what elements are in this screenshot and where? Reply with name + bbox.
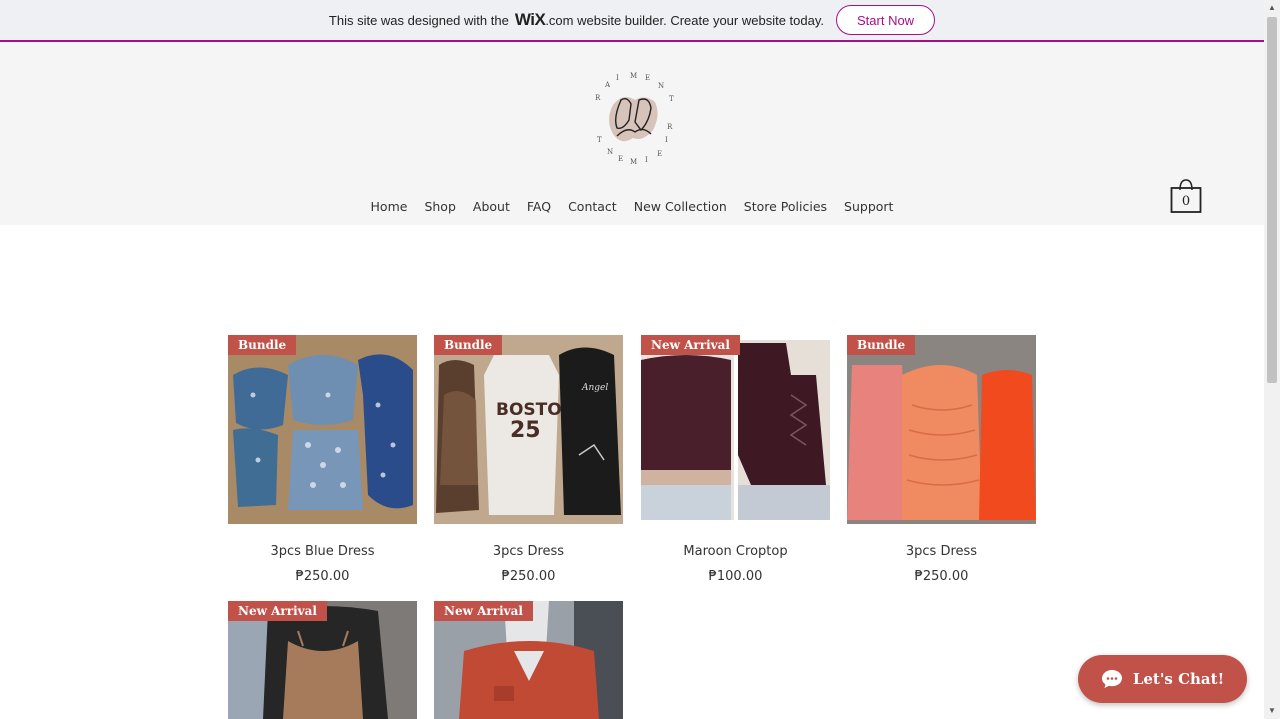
svg-text:E: E [657, 150, 662, 158]
scroll-up-arrow-icon[interactable]: ▲ [1264, 0, 1280, 16]
product-name[interactable]: 3pcs Dress [847, 544, 1036, 559]
cart-count: 0 [1181, 194, 1191, 209]
banner-text-after: .com website builder. Create your websit… [545, 12, 824, 28]
product-ribbon: New Arrival [641, 335, 740, 355]
product-card[interactable]: Bundle 3pcs Blue Dress ₱250.00 [228, 335, 417, 584]
product-price: ₱250.00 [295, 569, 350, 584]
svg-text:E: E [645, 74, 650, 82]
product-price: ₱250.00 [914, 569, 969, 584]
svg-text:I: I [616, 74, 619, 82]
svg-text:M: M [630, 72, 637, 80]
product-card[interactable]: New Arrival Maroon Croptop ₱100.00 [641, 335, 830, 584]
chat-label: Let's Chat! [1132, 670, 1225, 688]
nav-item-store-policies[interactable]: Store Policies [735, 197, 835, 216]
main-nav: Home Shop About FAQ Contact New Collecti… [0, 197, 1264, 216]
wix-promo-banner: This site was designed with the WiX .com… [0, 0, 1264, 42]
svg-text:M: M [630, 158, 637, 166]
svg-text:A: A [604, 81, 611, 89]
nav-item-home[interactable]: Home [362, 197, 416, 216]
nav-item-contact[interactable]: Contact [560, 197, 626, 216]
product-ribbon: New Arrival [434, 601, 533, 621]
product-image[interactable]: New Arrival [434, 601, 623, 719]
product-card[interactable]: Bundle 3pcs Dress ₱250.00 [847, 335, 1036, 584]
svg-text:R: R [667, 123, 673, 131]
product-image[interactable]: Bundle [228, 335, 417, 524]
nav-item-new-collection[interactable]: New Collection [625, 197, 735, 216]
product-ribbon: New Arrival [228, 601, 327, 621]
product-name[interactable]: 3pcs Dress [434, 544, 623, 559]
start-now-button[interactable]: Start Now [836, 5, 936, 35]
product-card[interactable]: New Arrival [228, 601, 417, 719]
wix-logo: WiX [514, 10, 546, 29]
product-name[interactable]: Maroon Croptop [641, 544, 830, 559]
product-card[interactable]: New Arrival [434, 601, 623, 719]
svg-text:R: R [595, 94, 601, 102]
nav-item-about[interactable]: About [464, 197, 518, 216]
product-ribbon: Bundle [847, 335, 916, 355]
nav-item-shop[interactable]: Shop [416, 197, 464, 216]
brand-logo[interactable]: MI E A NR TRI TNE M IE [583, 70, 683, 170]
banner-text-before: This site was designed with the [328, 12, 509, 28]
svg-text:T: T [669, 95, 674, 103]
nav-item-support[interactable]: Support [836, 197, 902, 216]
product-ribbon: Bundle [434, 335, 503, 355]
product-image[interactable]: Bundle [847, 335, 1036, 524]
chat-bubble-icon [1101, 670, 1122, 688]
svg-text:Angel: Angel [581, 383, 608, 393]
product-name[interactable]: 3pcs Blue Dress [228, 544, 417, 559]
svg-text:25: 25 [510, 418, 541, 443]
product-price: ₱250.00 [501, 569, 556, 584]
svg-text:T: T [597, 136, 602, 144]
product-ribbon: Bundle [228, 335, 297, 355]
svg-text:I: I [665, 136, 668, 144]
product-card[interactable]: BOSTON 25 Angel Bundle 3pcs Dress ₱250.0… [434, 335, 623, 584]
product-image[interactable]: New Arrival [228, 601, 417, 719]
svg-text:N: N [607, 148, 613, 156]
svg-text:N: N [658, 82, 664, 90]
scroll-down-arrow-icon[interactable]: ▼ [1264, 703, 1280, 719]
svg-text:I: I [645, 156, 648, 164]
page-scrollbar[interactable]: ▲ ▼ [1264, 0, 1280, 719]
product-image[interactable]: New Arrival [641, 335, 830, 524]
scroll-thumb[interactable] [1267, 17, 1277, 383]
product-price: ₱100.00 [708, 569, 763, 584]
site-header: MIE ANR TRI TNE MIE Home Shop About FAQ … [0, 42, 1264, 225]
svg-text:E: E [618, 155, 623, 163]
lets-chat-button[interactable]: Let's Chat! [1078, 655, 1247, 703]
cart-button[interactable]: 0 [1170, 178, 1202, 214]
product-image[interactable]: BOSTON 25 Angel Bundle [434, 335, 623, 524]
nav-item-faq[interactable]: FAQ [518, 197, 559, 216]
